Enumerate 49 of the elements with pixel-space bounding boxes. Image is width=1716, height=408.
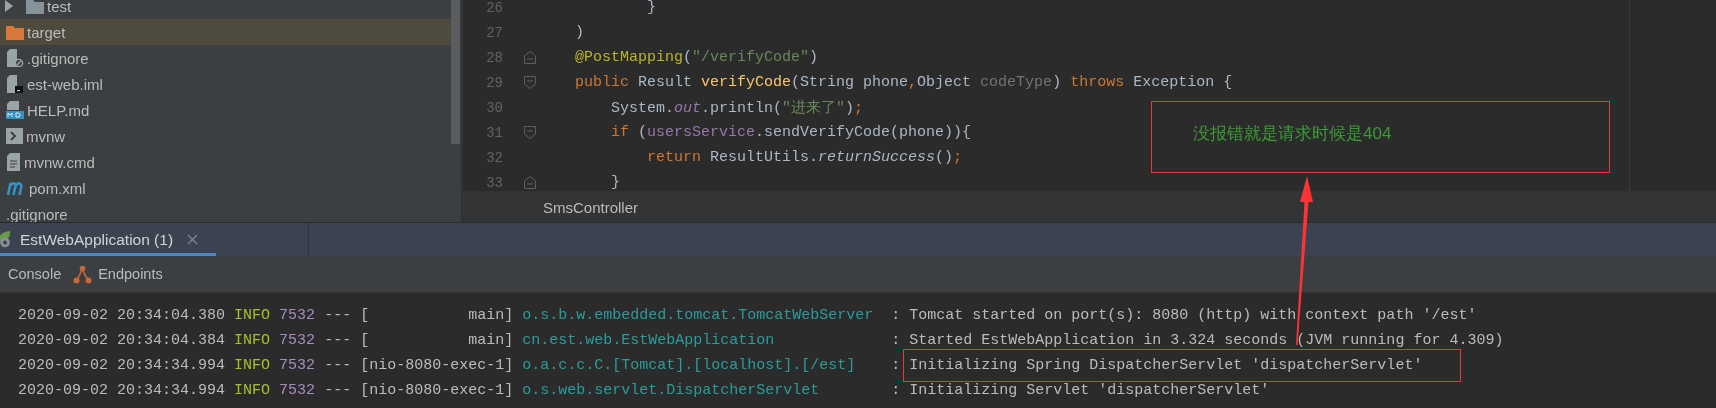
script-file-icon xyxy=(6,128,23,144)
console-line: 2020-09-02 20:34:34.994 INFO 7532 --- [nio-8080-exec-1] o.s.web.servlet.DispatcherServlet : Initializing Servlet 'dispatcherServlet' xyxy=(18,381,1271,401)
tree-item[interactable]: .gitignore xyxy=(0,45,452,71)
console-line: 2020-09-02 20:34:04.380 INFO 7532 --- [ main] o.s.b.w.embedded.tomcat.TomcatWebServer : Tomcat started on port(s): 8080 (http) with context path '/est' xyxy=(18,306,1478,326)
tree-item[interactable]: .gitignore xyxy=(0,201,452,222)
code-line: public Result verifyCode(String phone,Object codeType) throws Exception { xyxy=(574,74,1233,91)
line-number: 27 xyxy=(485,24,503,41)
breadcrumb-item[interactable]: SmsController xyxy=(543,198,639,216)
tree-item[interactable]: pom.xml xyxy=(0,175,452,201)
scrollbar-thumb[interactable] xyxy=(451,0,460,144)
ignored-file-icon xyxy=(6,49,24,67)
close-icon[interactable] xyxy=(187,234,199,245)
code-line: if (usersService.sendVerifyCode(phone)){ xyxy=(610,124,972,141)
code-line: } xyxy=(610,174,620,191)
line-number: 33 xyxy=(485,174,503,191)
line-number: 28 xyxy=(485,49,503,66)
network-nodes-icon xyxy=(73,264,93,284)
fold-marker-icon[interactable] xyxy=(524,126,536,139)
tree-item[interactable]: test xyxy=(0,0,452,19)
console-line: 2020-09-02 20:34:34.994 INFO 7532 --- [nio-8080-exec-1] o.a.c.c.C.[Tomcat].[localhost].[/est] : Initializing Spring DispatcherServlet 'dispatcherServlet' xyxy=(18,353,1716,378)
code-line: } xyxy=(646,0,657,16)
build-file-icon xyxy=(6,181,26,195)
fold-marker-icon[interactable] xyxy=(524,176,536,189)
annotation-text: 没报错就是请求时候是404 xyxy=(1193,124,1392,143)
folder-icon xyxy=(26,0,44,14)
folder-icon xyxy=(6,24,24,40)
tree-item[interactable]: mvnw.cmd xyxy=(0,149,452,175)
code-line: return ResultUtils.returnSuccess(); xyxy=(646,149,963,166)
line-number: 31 xyxy=(485,124,503,141)
console-tab[interactable]: Console xyxy=(8,266,62,282)
fold-marker-icon[interactable] xyxy=(524,76,536,89)
line-number: 29 xyxy=(485,74,503,91)
tree-item[interactable]: est-web.iml xyxy=(0,71,452,97)
console-line: 2020-09-02 20:34:04.384 INFO 7532 --- [ main] cn.est.web.EstWebApplication : Started EstWebApplication in 3.324 seconds (JVM running for 4.309) xyxy=(18,331,1505,351)
code-line: @PostMapping("/verifyCode") xyxy=(574,49,819,66)
line-number: 26 xyxy=(485,0,503,16)
tree-item[interactable]: HELP.md xyxy=(0,97,452,123)
markdown-file-icon xyxy=(6,101,24,119)
console-tab[interactable]: Endpoints xyxy=(73,264,163,284)
code-line: System.out.println("进来了"); xyxy=(610,98,864,117)
collapsed-arrow-icon[interactable] xyxy=(4,0,14,12)
code-line: ) xyxy=(574,24,584,41)
module-file-icon xyxy=(6,75,24,93)
tree-item[interactable]: mvnw xyxy=(0,123,452,149)
line-number: 30 xyxy=(485,99,503,116)
text-file-icon xyxy=(6,153,21,171)
line-number: 32 xyxy=(485,149,503,166)
tree-item[interactable]: target xyxy=(0,19,452,45)
fold-marker-icon[interactable] xyxy=(524,51,536,64)
